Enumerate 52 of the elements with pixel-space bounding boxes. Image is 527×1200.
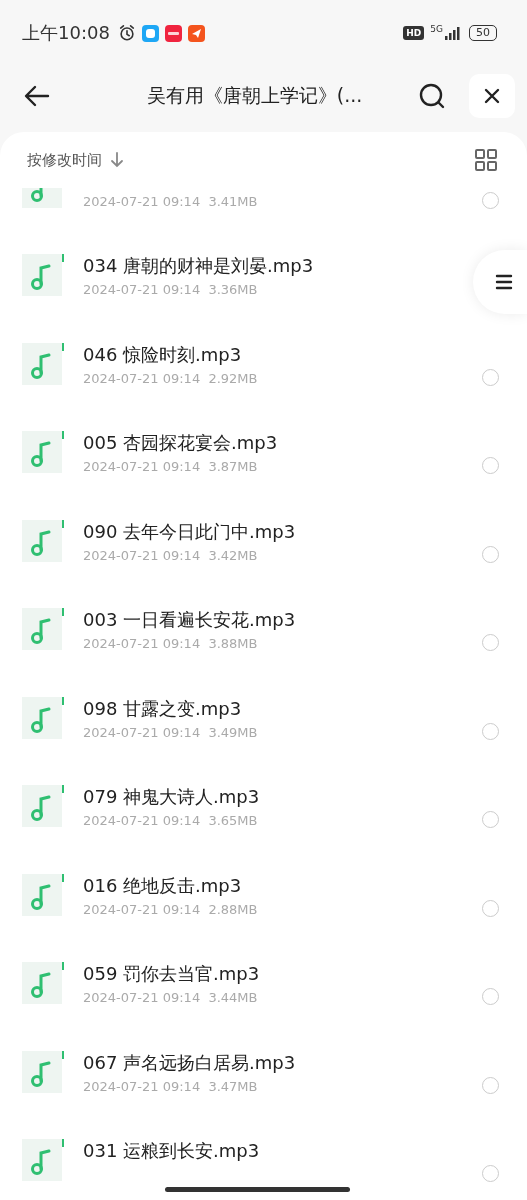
file-details: 2024-07-21 09:14 2.92MB — [83, 369, 259, 387]
music-file-icon — [22, 1050, 64, 1093]
file-details: 2024-07-21 09:14 3.36MB — [83, 281, 259, 298]
status-time: 上午10:08 — [22, 21, 110, 45]
sort-button[interactable]: 按修改时间 — [27, 150, 124, 170]
file-details: 2024-07-21 09:14 3.42MB — [83, 546, 259, 564]
file-details: 2024-07-21 09:14 3.87MB — [83, 458, 259, 475]
file-details: 2024-07-21 09:14 3.88MB — [83, 635, 259, 652]
music-file-icon — [22, 785, 64, 827]
file-name: 059 罚你去当官.mp3 — [83, 962, 261, 986]
music-file-icon — [22, 519, 64, 562]
close-button[interactable] — [469, 74, 515, 118]
file-details: 2024-07-21 09:14 3.49MB — [83, 723, 259, 741]
file-details: 2024-07-21 09:14 3.65MB — [83, 812, 259, 829]
hd-badge: HD — [403, 26, 425, 40]
file-details: 2024-07-21 09:14 3.41MB — [83, 193, 259, 210]
file-details: 2024-07-21 09:14 2.88MB — [83, 900, 259, 918]
alarm-clock-icon — [117, 24, 136, 42]
file-name: 003 一日看遍长安花.mp3 — [83, 608, 297, 632]
down-arrow-icon — [110, 152, 124, 168]
app-icon — [164, 24, 182, 42]
file-name: 046 惊险时刻.mp3 — [83, 342, 243, 367]
back-arrow-icon — [24, 85, 50, 107]
file-name: 034 唐朝的财神是刘晏.mp3 — [83, 254, 315, 278]
music-file-icon — [22, 962, 64, 1004]
music-file-icon — [22, 254, 64, 296]
app-icon — [187, 24, 205, 42]
music-file-icon — [22, 342, 64, 385]
network-label: 5G — [430, 24, 443, 34]
music-file-icon — [22, 873, 64, 916]
music-file-icon — [22, 1139, 64, 1181]
folder-title: 吴有用《唐朝上学记》(... — [145, 83, 364, 108]
menu-button[interactable] — [473, 250, 527, 314]
search-icon — [418, 82, 446, 110]
music-file-icon — [22, 431, 64, 473]
file-name: 067 声名远扬白居易.mp3 — [83, 1050, 297, 1075]
close-icon — [484, 88, 500, 104]
file-name: 090 去年今日此门中.mp3 — [83, 519, 297, 544]
file-details: 2024-07-21 09:14 3.47MB — [83, 1077, 259, 1095]
grid-view-icon[interactable] — [475, 149, 497, 171]
music-file-icon — [22, 696, 64, 739]
file-name: 098 甘露之变.mp3 — [83, 696, 243, 721]
file-name: 016 绝地反击.mp3 — [83, 873, 243, 898]
menu-icon — [495, 274, 513, 290]
file-name: 079 神鬼大诗人.mp3 — [83, 785, 261, 809]
file-details: 2024-07-21 09:14 3.44MB — [83, 989, 259, 1006]
file-name: 031 运粮到长安.mp3 — [83, 1139, 261, 1163]
music-file-icon — [22, 608, 64, 650]
file-name: 005 杏园探花宴会.mp3 — [83, 431, 279, 455]
signal-icon — [445, 26, 463, 40]
battery-indicator: 50 — [469, 25, 497, 41]
app-icon — [141, 24, 159, 42]
